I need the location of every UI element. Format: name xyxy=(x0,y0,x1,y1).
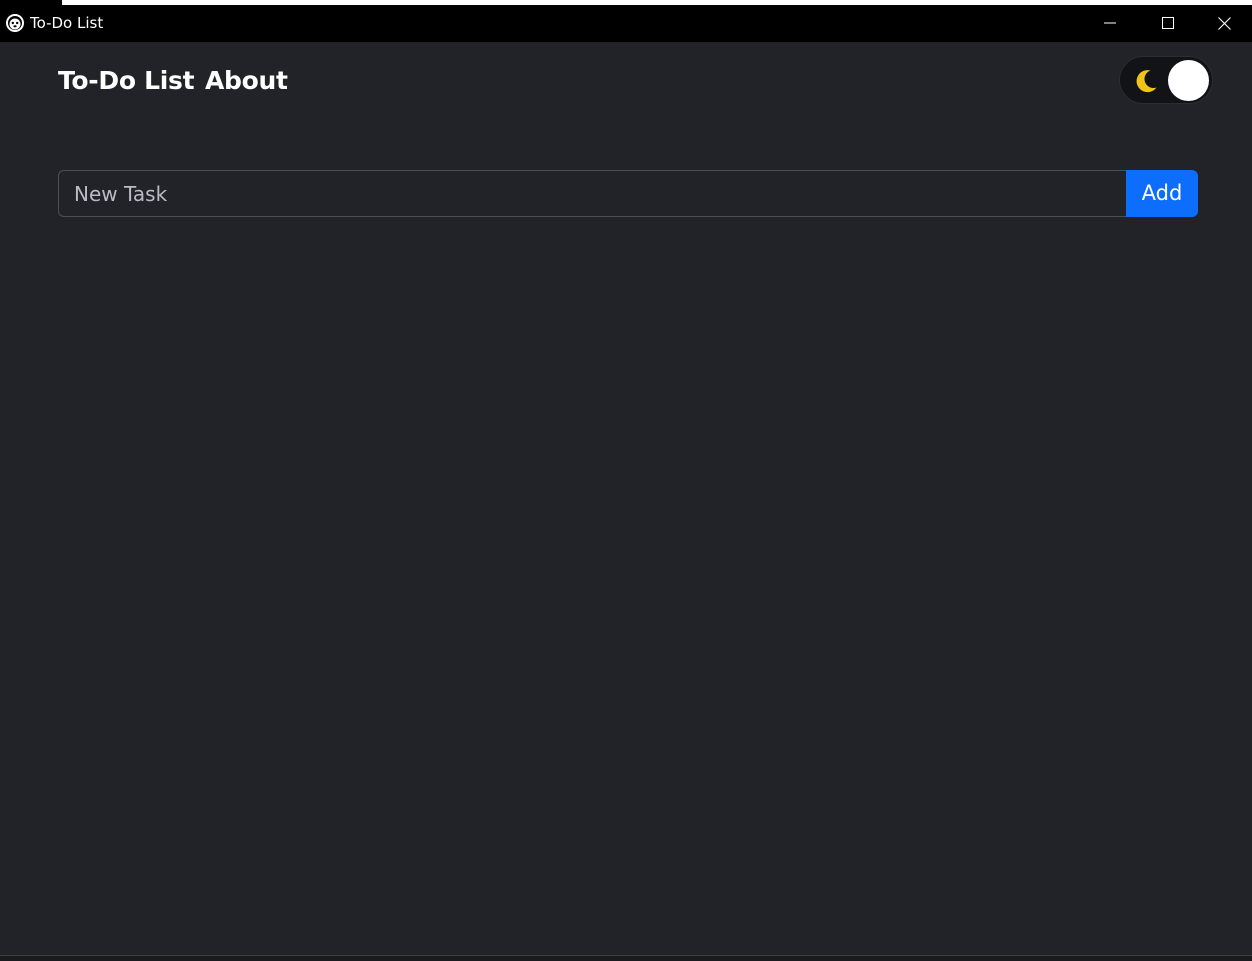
nav-brand-link[interactable]: To-Do List xyxy=(58,65,195,97)
new-task-form: Add xyxy=(58,170,1198,217)
window-title: To-Do List xyxy=(30,14,104,32)
nav-about-link[interactable]: About xyxy=(205,65,288,97)
maximize-icon xyxy=(1162,17,1174,29)
theme-toggle[interactable] xyxy=(1119,56,1213,104)
app-face-icon xyxy=(6,14,24,32)
close-button[interactable] xyxy=(1197,5,1252,41)
navbar: To-Do List About xyxy=(0,42,1252,122)
title-bar[interactable]: To-Do List xyxy=(0,5,1252,42)
close-icon xyxy=(1218,16,1231,30)
maximize-button[interactable] xyxy=(1139,5,1197,41)
minimize-icon xyxy=(1104,22,1116,24)
new-task-input[interactable] xyxy=(58,170,1126,217)
toggle-knob[interactable] xyxy=(1168,60,1209,101)
app-window: To-Do List To-Do List About New Task Add xyxy=(0,0,1252,961)
minimize-button[interactable] xyxy=(1081,5,1139,41)
moon-icon xyxy=(1136,70,1157,93)
add-task-button[interactable]: Add xyxy=(1126,170,1198,217)
window-bottom-edge xyxy=(0,955,1252,961)
